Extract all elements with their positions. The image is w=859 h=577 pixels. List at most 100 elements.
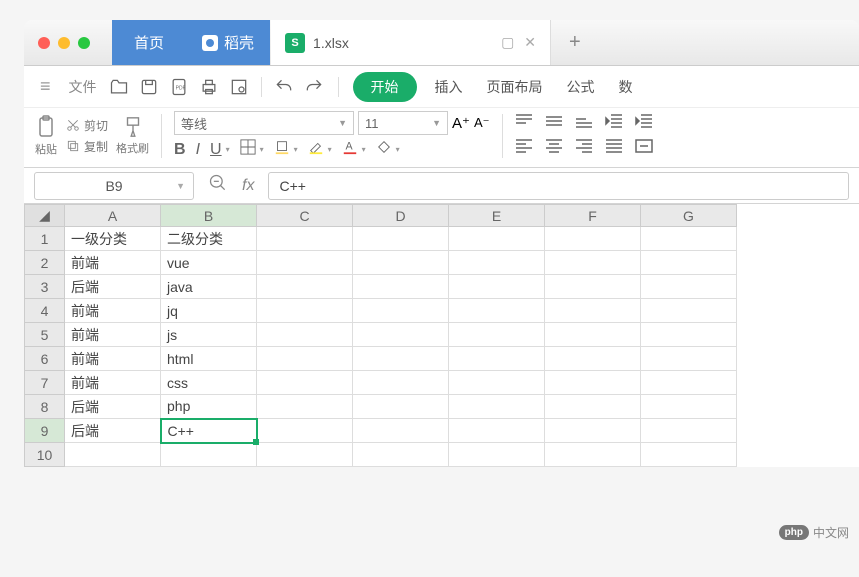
preview-icon[interactable] <box>229 77 249 97</box>
cell-A2[interactable]: 前端 <box>65 251 161 275</box>
cell-C7[interactable] <box>257 371 353 395</box>
cell-F4[interactable] <box>545 299 641 323</box>
cell-B6[interactable]: html <box>161 347 257 371</box>
cell-A5[interactable]: 前端 <box>65 323 161 347</box>
maximize-window-button[interactable] <box>78 37 90 49</box>
cell-E3[interactable] <box>449 275 545 299</box>
align-right-icon[interactable] <box>575 139 593 158</box>
cell-C2[interactable] <box>257 251 353 275</box>
cell-A1[interactable]: 一级分类 <box>65 227 161 251</box>
cell-G4[interactable] <box>641 299 737 323</box>
cell-E1[interactable] <box>449 227 545 251</box>
highlight-button[interactable] <box>308 139 324 160</box>
tab-file-active[interactable]: S 1.xlsx ▢ ✕ <box>271 20 551 65</box>
cell-D7[interactable] <box>353 371 449 395</box>
cell-F7[interactable] <box>545 371 641 395</box>
tab-docer[interactable]: 稻壳 <box>186 20 270 65</box>
cell-A3[interactable]: 后端 <box>65 275 161 299</box>
cell-G1[interactable] <box>641 227 737 251</box>
row-header-6[interactable]: 6 <box>25 347 65 371</box>
tab-insert[interactable]: 插入 <box>429 77 469 97</box>
font-name-selector[interactable]: 等线▼ <box>174 111 354 135</box>
cell-F2[interactable] <box>545 251 641 275</box>
cell-C3[interactable] <box>257 275 353 299</box>
redo-icon[interactable] <box>304 77 324 97</box>
cell-F3[interactable] <box>545 275 641 299</box>
merge-cells-icon[interactable] <box>635 139 653 158</box>
cell-E6[interactable] <box>449 347 545 371</box>
cell-B3[interactable]: java <box>161 275 257 299</box>
cell-F1[interactable] <box>545 227 641 251</box>
align-center-icon[interactable] <box>545 139 563 158</box>
cell-A10[interactable] <box>65 443 161 467</box>
cell-D10[interactable] <box>353 443 449 467</box>
cell-D4[interactable] <box>353 299 449 323</box>
tab-home[interactable]: 首页 <box>112 20 186 65</box>
tab-close-icon[interactable]: ✕ <box>524 34 536 51</box>
tab-detach-icon[interactable]: ▢ <box>501 34 514 51</box>
cell-G9[interactable] <box>641 419 737 443</box>
column-header-E[interactable]: E <box>449 205 545 227</box>
cell-D8[interactable] <box>353 395 449 419</box>
cell-G2[interactable] <box>641 251 737 275</box>
cell-A8[interactable]: 后端 <box>65 395 161 419</box>
column-header-F[interactable]: F <box>545 205 641 227</box>
cell-F10[interactable] <box>545 443 641 467</box>
cell-F8[interactable] <box>545 395 641 419</box>
decrease-font-button[interactable]: A⁻ <box>474 115 490 131</box>
formula-bar[interactable]: C++ <box>268 172 849 200</box>
increase-font-button[interactable]: A⁺ <box>452 114 470 132</box>
close-window-button[interactable] <box>38 37 50 49</box>
row-header-9[interactable]: 9 <box>25 419 65 443</box>
cell-D1[interactable] <box>353 227 449 251</box>
file-menu[interactable]: 文件 <box>69 77 97 97</box>
copy-button[interactable]: 复制 <box>66 138 108 155</box>
font-color-button[interactable]: A <box>342 139 358 160</box>
row-header-10[interactable]: 10 <box>25 443 65 467</box>
tab-page-layout[interactable]: 页面布局 <box>481 77 549 97</box>
name-box[interactable]: B9 ▼ <box>34 172 194 200</box>
cell-A6[interactable]: 前端 <box>65 347 161 371</box>
cell-D5[interactable] <box>353 323 449 347</box>
cell-F5[interactable] <box>545 323 641 347</box>
row-header-3[interactable]: 3 <box>25 275 65 299</box>
fx-label[interactable]: fx <box>242 177 254 195</box>
format-painter-button[interactable]: 格式刷 <box>116 116 149 156</box>
row-header-5[interactable]: 5 <box>25 323 65 347</box>
cell-A4[interactable]: 前端 <box>65 299 161 323</box>
cell-E10[interactable] <box>449 443 545 467</box>
tab-formula[interactable]: 公式 <box>561 77 601 97</box>
cell-D3[interactable] <box>353 275 449 299</box>
cell-B5[interactable]: js <box>161 323 257 347</box>
cell-C8[interactable] <box>257 395 353 419</box>
open-icon[interactable] <box>109 77 129 97</box>
paste-button[interactable]: 粘贴 <box>34 115 58 157</box>
cell-D2[interactable] <box>353 251 449 275</box>
tab-start[interactable]: 开始 <box>353 72 417 102</box>
border-button[interactable] <box>240 139 256 160</box>
pdf-icon[interactable]: PDF <box>169 77 189 97</box>
undo-icon[interactable] <box>274 77 294 97</box>
select-all-corner[interactable]: ◢ <box>25 205 65 227</box>
align-bottom-icon[interactable] <box>575 114 593 133</box>
column-header-G[interactable]: G <box>641 205 737 227</box>
cell-C5[interactable] <box>257 323 353 347</box>
cell-B7[interactable]: css <box>161 371 257 395</box>
row-header-7[interactable]: 7 <box>25 371 65 395</box>
cell-B2[interactable]: vue <box>161 251 257 275</box>
cell-B10[interactable] <box>161 443 257 467</box>
cell-G8[interactable] <box>641 395 737 419</box>
print-icon[interactable] <box>199 77 219 97</box>
tab-data[interactable]: 数 <box>613 77 639 97</box>
underline-button[interactable]: U <box>210 141 222 159</box>
indent-decrease-icon[interactable] <box>605 114 623 133</box>
cell-C6[interactable] <box>257 347 353 371</box>
row-header-1[interactable]: 1 <box>25 227 65 251</box>
cell-C10[interactable] <box>257 443 353 467</box>
cell-C9[interactable] <box>257 419 353 443</box>
cell-C4[interactable] <box>257 299 353 323</box>
minimize-window-button[interactable] <box>58 37 70 49</box>
cell-E2[interactable] <box>449 251 545 275</box>
justify-icon[interactable] <box>605 139 623 158</box>
cell-B4[interactable]: jq <box>161 299 257 323</box>
